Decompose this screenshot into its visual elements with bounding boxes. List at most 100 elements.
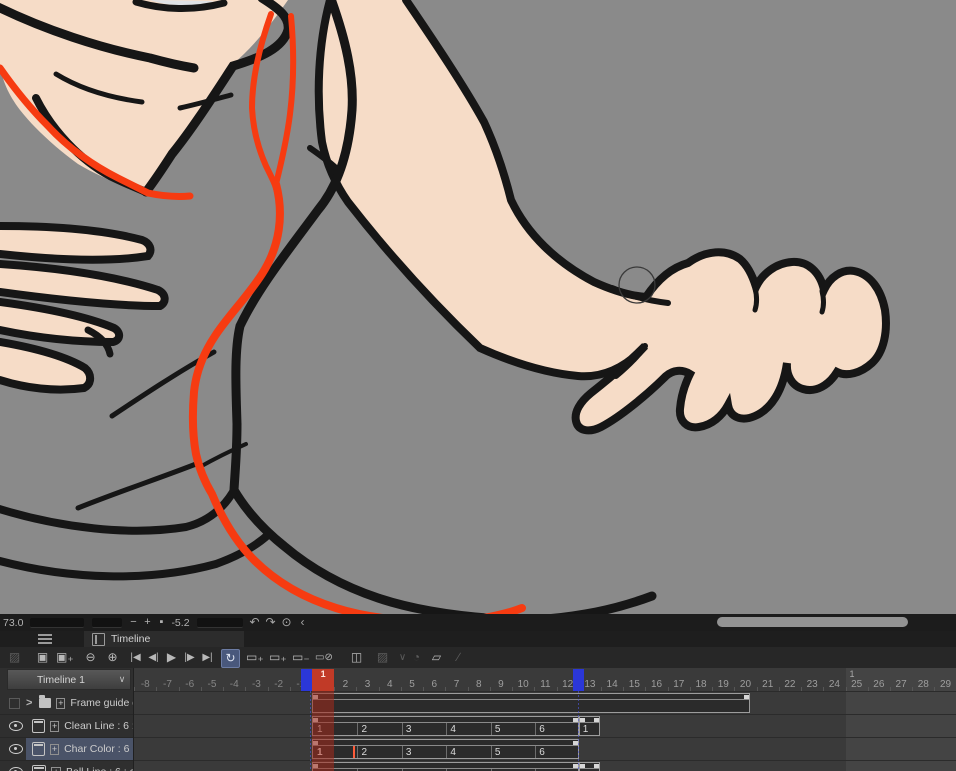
rotation-slider[interactable] (196, 617, 243, 628)
ruler-number: 15 (628, 679, 640, 690)
ruler-number: 21 (762, 679, 774, 690)
expand-plus-icon[interactable]: + (51, 766, 61, 771)
drawing-canvas[interactable] (0, 0, 956, 614)
playback-start-line (310, 691, 311, 771)
eye-icon (9, 767, 23, 771)
playhead-marker[interactable]: 1 (312, 669, 335, 680)
cel-layer-icon (32, 765, 47, 771)
go-to-start-button[interactable]: |◀ (127, 649, 144, 666)
visibility-eye-icon[interactable] (9, 744, 23, 754)
specify-cels-button[interactable]: ▭₋ (292, 649, 310, 666)
zoom-out-button[interactable]: − (126, 615, 140, 630)
ruler-number: 29 (939, 679, 952, 690)
cel-bar-extra[interactable]: 1 (578, 762, 601, 771)
playhead-column-ruler (312, 680, 335, 691)
ruler-number: 10 (517, 679, 529, 690)
delete-cels-button[interactable]: ▭⊘ (315, 649, 333, 666)
cel-divider (401, 746, 403, 758)
cel-bar-extra[interactable]: 1 (578, 716, 601, 736)
new-animation-cel-button[interactable]: ▭₊ (246, 649, 264, 666)
character-artwork (0, 0, 956, 614)
panel-menu-icon[interactable] (38, 634, 52, 644)
ruler-number: 2 (342, 679, 349, 690)
track-area[interactable]: -8-7-6-5-4-3-2-1123456789101112131415161… (134, 668, 956, 771)
undo-icon[interactable]: ↶ (247, 615, 263, 630)
rotation-value: -5.2 (171, 616, 190, 629)
new-timeline-button[interactable]: ▣₊ (56, 649, 74, 666)
layer-row-4[interactable]: + Ball Line : 6 : cel (0, 761, 133, 771)
layer-row-1[interactable]: > + Frame guide grid (0, 692, 133, 715)
bar-header-strip (313, 694, 749, 700)
canvas-horizontal-scrollbar[interactable] (717, 617, 908, 627)
expand-plus-icon[interactable]: + (50, 743, 60, 755)
enable-light-table-button[interactable]: ◔ (408, 649, 425, 666)
cel-divider (357, 723, 359, 735)
expand-plus-icon[interactable]: + (50, 720, 60, 732)
ruler-number: 28 (917, 679, 929, 690)
tab-timeline[interactable]: Timeline (84, 631, 244, 647)
row-separator (134, 737, 956, 738)
frame-guide-bar[interactable] (312, 693, 750, 713)
cel-number: 4 (450, 724, 456, 735)
playback-end-marker[interactable] (572, 669, 584, 691)
bar-header-strip (313, 717, 578, 723)
bar-handle-left[interactable] (579, 718, 585, 722)
pen-settings-button[interactable]: ∕ (450, 649, 467, 666)
bar-handle-right[interactable] (743, 695, 749, 699)
zoom-value: 73.0 (3, 616, 24, 629)
layer-name: Char Color : 6 : cel (64, 743, 133, 755)
redo-icon[interactable]: ↷ (263, 615, 279, 630)
layer-row-3[interactable]: + Char Color : 6 : cel (0, 738, 133, 761)
ruler-number-negative: -5 (207, 679, 217, 690)
batch-change-button[interactable]: ▨ (374, 649, 391, 666)
ruler-number: 11 (540, 679, 551, 690)
new-animation-folder-button[interactable]: ▭₊ (269, 649, 287, 666)
zoom-in-icon-button[interactable]: ⊕ (104, 649, 121, 666)
fit-to-screen-button[interactable]: ▪ (154, 615, 168, 630)
cel-layer-icon (32, 719, 46, 733)
cel-divider (401, 723, 403, 735)
timeline-body: Timeline 1 ∨ > + Frame guide grid + Clean Li… (0, 668, 956, 771)
ruler-number: 8 (475, 679, 482, 690)
row-separator (134, 714, 956, 715)
cel-bar[interactable]: 123456 (312, 716, 579, 736)
bar-handle-right[interactable] (594, 764, 600, 768)
go-to-end-button[interactable]: ▶| (199, 649, 216, 666)
next-frame-button[interactable]: |▶ (181, 649, 198, 666)
bar-handle-left[interactable] (579, 764, 585, 768)
onion-skin-button[interactable]: ◫ (348, 649, 365, 666)
reset-rotation-icon[interactable]: ⊙ (279, 615, 295, 630)
loop-playback-button[interactable]: ↻ (221, 649, 240, 668)
timeline-toolbar: ▨ ▣ ▣₊ ⊖ ⊕ |◀ ◀| ▶ |▶ ▶| ↻ ▭₊ ▭₊ ▭₋ ▭⊘ ◫ ▨ ∨ ◔ ▱ ∕ (0, 647, 956, 668)
ruler-number: 7 (453, 679, 460, 690)
play-button[interactable]: ▶ (163, 649, 180, 666)
back-icon[interactable]: ‹ (295, 615, 311, 630)
zoom-out-icon-button[interactable]: ⊖ (82, 649, 99, 666)
bar-handle-right[interactable] (594, 718, 600, 722)
enable-checkbox[interactable] (9, 697, 21, 709)
editing-cel-marker (353, 746, 356, 758)
expand-plus-icon[interactable]: + (56, 697, 66, 709)
playback-start-marker[interactable] (301, 669, 312, 691)
flip-view-button[interactable]: ▱ (428, 649, 445, 666)
layer-row-2[interactable]: + Clean Line : 6 : cel (0, 715, 133, 738)
cel-bar[interactable]: 123456 (312, 739, 579, 759)
ruler-number: 17 (673, 679, 685, 690)
row-separator (134, 691, 956, 692)
prev-frame-button[interactable]: ◀| (145, 649, 162, 666)
visibility-eye-icon[interactable] (9, 767, 23, 771)
expand-arrow-icon[interactable]: > (26, 697, 32, 709)
zoom-slider-handle[interactable] (92, 617, 123, 628)
ruler-number: 25 (851, 679, 863, 690)
ruler-number: 19 (717, 679, 729, 690)
zoom-in-button[interactable]: + (140, 615, 154, 630)
ruler-number: 26 (873, 679, 885, 690)
convert-layer-button[interactable]: ▨ (6, 649, 23, 666)
layer-list: Timeline 1 ∨ > + Frame guide grid + Clean Li… (0, 668, 134, 771)
visibility-eye-icon[interactable] (9, 721, 23, 731)
folder-icon (39, 695, 52, 708)
timeline-selector-dropdown[interactable]: Timeline 1 ∨ (7, 669, 131, 690)
show-panel-button[interactable]: ▣ (34, 649, 51, 666)
zoom-slider[interactable] (30, 617, 85, 628)
cel-bar[interactable]: 123456 (312, 762, 579, 771)
